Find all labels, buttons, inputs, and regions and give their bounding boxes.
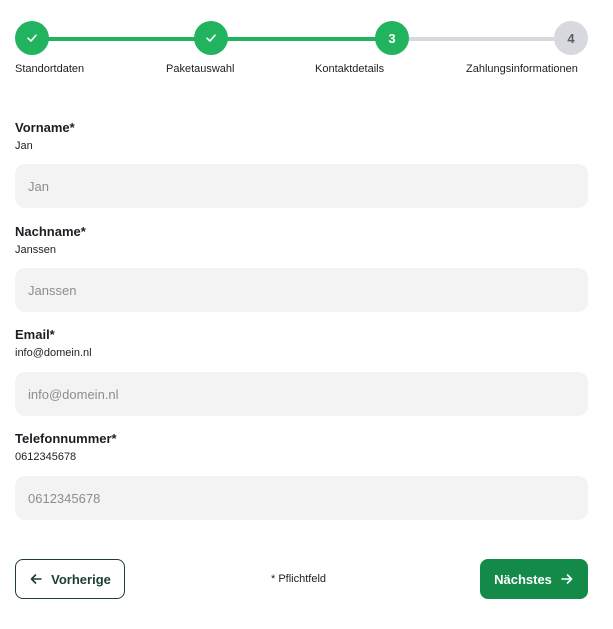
last-name-value: Janssen (15, 244, 56, 256)
stepper-track-completed-2 (211, 37, 392, 41)
email-input[interactable] (15, 372, 588, 416)
phone-value: 0612345678 (15, 451, 77, 463)
next-button-label: Nächstes (494, 571, 552, 587)
last-name-label: Nachname* (15, 224, 86, 239)
step-2-label: Paketauswahl (166, 63, 235, 75)
previous-button[interactable]: Vorherige (15, 559, 125, 599)
phone-input[interactable] (15, 476, 588, 520)
last-name-input[interactable] (15, 268, 588, 312)
step-3-number: 3 (388, 30, 396, 46)
progress-stepper: 3 4 Standortdaten Paketauswahl Kontaktde… (0, 0, 613, 90)
first-name-input[interactable] (15, 164, 588, 208)
step-1-circle[interactable] (15, 21, 49, 55)
step-4-number: 4 (567, 30, 575, 46)
arrow-right-icon (561, 574, 573, 584)
arrow-left-icon (30, 574, 42, 584)
previous-button-label: Vorherige (51, 571, 111, 587)
phone-label: Telefonnummer* (15, 431, 117, 446)
first-name-value: Jan (15, 140, 33, 152)
step-3-label: Kontaktdetails (315, 63, 385, 75)
step-4-circle: 4 (554, 21, 588, 55)
step-3-circle: 3 (375, 21, 409, 55)
first-name-label: Vorname* (15, 120, 75, 135)
check-icon (206, 34, 216, 42)
step-2-circle[interactable] (194, 21, 228, 55)
check-icon (27, 34, 37, 42)
required-field-note: * Pflichtfeld (271, 573, 327, 585)
email-value: info@domein.nl (15, 347, 92, 359)
next-button[interactable]: Nächstes (480, 559, 588, 599)
stepper-track-pending (392, 37, 572, 41)
step-4-label: Zahlungsinformationen (466, 63, 578, 75)
step-1-label: Standortdaten (15, 63, 85, 75)
email-label: Email* (15, 327, 55, 342)
stepper-track-completed-1 (32, 37, 211, 41)
